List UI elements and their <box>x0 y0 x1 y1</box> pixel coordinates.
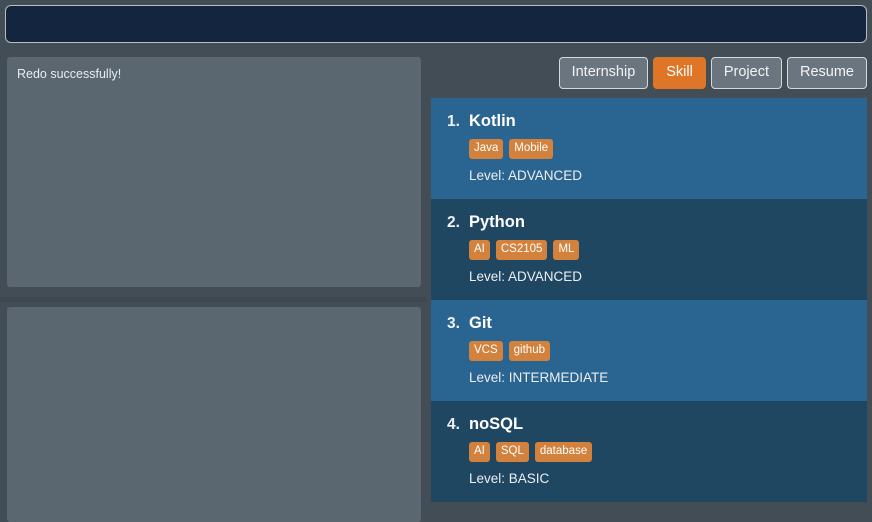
skill-level: Level: BASIC <box>469 471 550 486</box>
skill-tag: AI <box>469 442 490 462</box>
panel-splitter[interactable] <box>0 293 426 305</box>
skill-tag-row: VCS github <box>431 341 867 361</box>
skill-headline: 4. noSQL <box>431 415 867 434</box>
command-input-panel[interactable] <box>7 307 421 522</box>
skill-index: 4. <box>447 416 460 433</box>
skill-card[interactable]: 3. Git VCS github Level: INTERMEDIATE <box>431 300 867 401</box>
tab-skill[interactable]: Skill <box>653 57 706 89</box>
skill-tag: github <box>508 341 550 361</box>
skill-card[interactable]: 4. noSQL AI SQL database Level: BASIC <box>431 401 867 502</box>
skill-name: Git <box>469 314 492 332</box>
skill-tag-row: AI SQL database <box>431 442 867 462</box>
tab-project[interactable]: Project <box>710 57 782 89</box>
skill-headline: 1. Kotlin <box>431 112 867 131</box>
tab-resume[interactable]: Resume <box>787 57 867 89</box>
skill-level: Level: INTERMEDIATE <box>469 370 609 385</box>
skill-tag: Mobile <box>509 139 554 159</box>
skill-level: Level: ADVANCED <box>469 168 583 183</box>
skill-tag: ML <box>553 240 580 260</box>
skill-tag-row: AI CS2105 ML <box>431 240 867 260</box>
skill-headline: 2. Python <box>431 213 867 232</box>
skill-headline: 3. Git <box>431 314 867 333</box>
skill-list: 1. Kotlin Java Mobile Level: ADVANCED 2. Pytho… <box>431 98 872 522</box>
tab-strip: Internship Skill Project Resume <box>426 48 872 98</box>
skill-index: 1. <box>447 113 460 130</box>
skill-tag: CS2105 <box>495 240 548 260</box>
skill-index: 2. <box>447 214 460 231</box>
skill-tag: VCS <box>469 341 503 361</box>
skill-card[interactable]: 1. Kotlin Java Mobile Level: ADVANCED <box>431 98 867 199</box>
skill-card[interactable]: 2. Python AI CS2105 ML Level: ADVANCED <box>431 199 867 300</box>
skill-tag: Java <box>469 139 504 159</box>
skill-name: noSQL <box>469 415 524 433</box>
skill-name: Kotlin <box>469 112 516 130</box>
skill-tag: SQL <box>495 442 529 462</box>
app-window: Redo successfully! Internship Skill Projec… <box>0 0 872 522</box>
skill-level: Level: ADVANCED <box>469 269 583 284</box>
right-column: Internship Skill Project Resume 1. Kotlin Jav… <box>426 48 872 522</box>
result-message: Redo successfully! <box>17 67 122 81</box>
skill-tag: AI <box>469 240 490 260</box>
result-display-panel: Redo successfully! <box>7 57 421 287</box>
app-header-bar <box>5 5 867 43</box>
skill-tag: database <box>534 442 593 462</box>
command-input-value[interactable] <box>7 307 421 327</box>
skill-tag-row: Java Mobile <box>431 139 867 159</box>
skill-index: 3. <box>447 315 460 332</box>
splitter-grip[interactable] <box>0 297 426 302</box>
left-column: Redo successfully! <box>0 48 426 522</box>
skill-name: Python <box>469 213 525 231</box>
tab-internship[interactable]: Internship <box>558 57 649 89</box>
